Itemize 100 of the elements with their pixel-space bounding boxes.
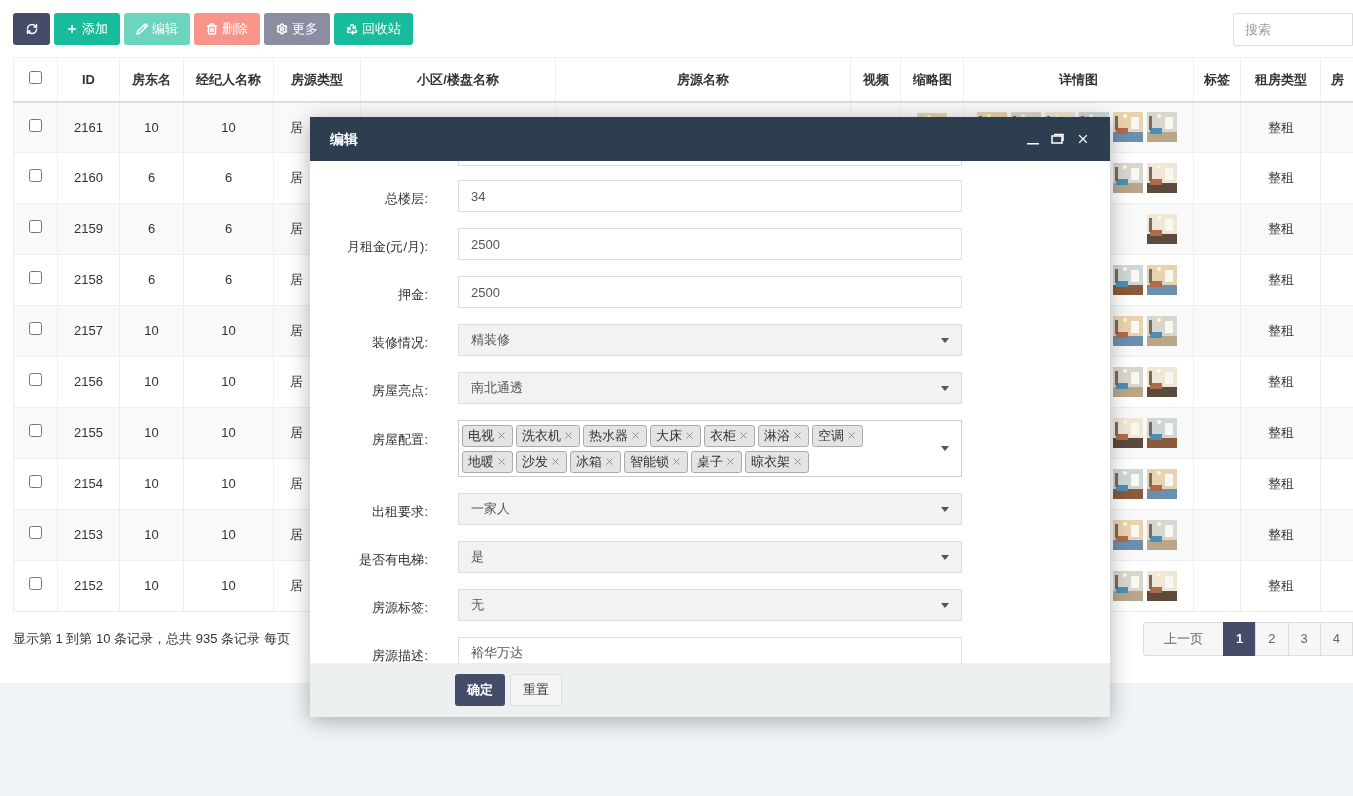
refresh-button[interactable] (13, 13, 50, 45)
tag-chip[interactable]: 淋浴 (758, 424, 809, 447)
row-checkbox[interactable] (29, 271, 42, 285)
table-cell: 居 (290, 221, 303, 237)
select-field[interactable]: 南北通透 (458, 372, 962, 404)
row-checkbox[interactable] (29, 577, 42, 591)
caret-icon (941, 554, 949, 560)
column-header: 小区/楼盘名称 (417, 71, 499, 87)
tag-chip[interactable]: 热水器 (583, 424, 647, 447)
plus-icon (66, 23, 78, 35)
table-cell: 居 (290, 527, 303, 543)
confirm-button[interactable]: 确定 (455, 674, 505, 706)
field-label: 出租要求: (372, 504, 428, 519)
tag-chip[interactable]: 衣柜 (704, 424, 755, 447)
input-field[interactable]: 2500 (458, 228, 962, 260)
remove-icon[interactable] (846, 430, 857, 441)
reset-button[interactable]: 重置 (510, 674, 562, 706)
tag-chip[interactable]: 桌子 (691, 450, 742, 473)
table-cell: 整租 (1267, 374, 1294, 390)
table-cell: 整租 (1267, 323, 1294, 339)
table-cell: 2153 (74, 527, 103, 543)
select-field[interactable]: 一家人 (458, 493, 962, 525)
remove-icon[interactable] (563, 430, 574, 441)
tag-chip[interactable]: 晾衣架 (745, 450, 809, 473)
table-cell: 整租 (1267, 272, 1294, 288)
tag-chip[interactable]: 电视 (462, 424, 513, 447)
table-cell: 10 (144, 323, 159, 339)
row-checkbox[interactable] (29, 424, 42, 438)
tag-chip[interactable]: 地暖 (462, 450, 513, 473)
remove-icon[interactable] (496, 456, 507, 467)
table-cell: 整租 (1267, 119, 1294, 135)
remove-icon[interactable] (725, 456, 736, 467)
table-cell: 10 (221, 425, 236, 441)
maximize-icon[interactable] (1051, 133, 1064, 145)
table-cell: 2152 (74, 578, 103, 594)
remove-icon[interactable] (550, 456, 561, 467)
recycle-icon (346, 23, 358, 35)
field-label: 月租金(元/月): (347, 239, 428, 254)
input-field[interactable]: 2500 (458, 276, 962, 308)
table-cell: 10 (144, 527, 159, 543)
caret-icon (941, 602, 949, 608)
select-field[interactable]: 精装修 (458, 324, 962, 356)
table-cell: 2160 (74, 170, 103, 186)
table-cell: 整租 (1267, 476, 1294, 492)
remove-icon[interactable] (684, 430, 695, 441)
remove-icon[interactable] (496, 430, 507, 441)
tags-field[interactable]: 电视 洗衣机 热水器 大床 衣柜 淋浴 空调 地暖 沙发 冰箱 智能锁 桌子 晾衣架 (458, 420, 962, 477)
field-label: 房屋亮点: (372, 383, 428, 398)
page-link[interactable]: 4 (1319, 622, 1353, 656)
input-field[interactable]: 34 (458, 180, 962, 212)
caret-icon (941, 385, 949, 391)
tag-chip[interactable]: 大床 (650, 424, 701, 447)
tag-chip[interactable]: 智能锁 (624, 450, 688, 473)
page-link[interactable]: 3 (1287, 622, 1321, 656)
refresh-icon (25, 23, 38, 35)
tag-chip[interactable]: 冰箱 (570, 450, 621, 473)
table-cell: 6 (224, 272, 233, 288)
row-checkbox[interactable] (29, 118, 42, 132)
select-all-checkbox[interactable] (29, 70, 42, 84)
remove-icon[interactable] (671, 456, 682, 467)
tag-chip[interactable]: 沙发 (516, 450, 567, 473)
close-icon[interactable] (1076, 132, 1090, 146)
remove-icon[interactable] (738, 430, 749, 441)
row-checkbox[interactable] (29, 220, 42, 234)
remove-icon[interactable] (792, 430, 803, 441)
field-label: 是否有电梯: (359, 552, 428, 567)
search-field[interactable]: 搜索 (1233, 12, 1353, 46)
field-label: 房源标签: (372, 600, 428, 615)
caret-icon (941, 337, 949, 343)
remove-icon[interactable] (630, 430, 641, 441)
page-link[interactable]: 2 (1255, 622, 1289, 656)
remove-icon[interactable] (792, 456, 803, 467)
select-field[interactable]: 无 (458, 589, 962, 621)
row-checkbox[interactable] (29, 526, 42, 540)
table-cell: 10 (144, 374, 159, 390)
column-header: 经纪人名称 (196, 71, 261, 87)
row-checkbox[interactable] (29, 169, 42, 183)
page-link[interactable]: 上一页 (1143, 622, 1225, 656)
tag-chip[interactable]: 空调 (812, 424, 863, 447)
row-checkbox[interactable] (29, 373, 42, 387)
select-field[interactable]: 是 (458, 541, 962, 573)
field-label: 房源描述: (372, 648, 428, 663)
row-checkbox[interactable] (29, 322, 42, 336)
column-header: 房源名称 (677, 71, 729, 87)
table-cell: 居 (290, 119, 303, 135)
column-header: 房源类型 (291, 71, 343, 87)
input-field[interactable] (458, 161, 962, 166)
remove-icon[interactable] (604, 456, 615, 467)
table-cell: 10 (221, 476, 236, 492)
pencil-icon (136, 23, 148, 35)
table-cell: 10 (221, 578, 236, 594)
table-cell: 6 (224, 170, 233, 186)
table-cell: 10 (221, 323, 236, 339)
table-cell: 2158 (74, 272, 103, 288)
table-cell: 整租 (1267, 170, 1294, 186)
table-cell: 2161 (74, 119, 103, 135)
page-link[interactable]: 1 (1223, 622, 1257, 656)
tag-chip[interactable]: 洗衣机 (516, 424, 580, 447)
field-label: 押金: (398, 287, 428, 302)
row-checkbox[interactable] (29, 475, 42, 489)
